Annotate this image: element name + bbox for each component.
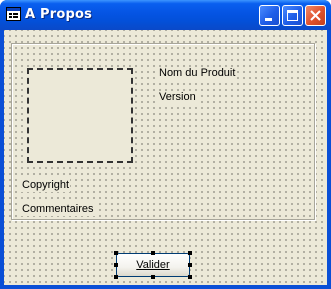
- selection-handle[interactable]: [114, 275, 118, 279]
- window-title: A Propos: [25, 7, 93, 22]
- ok-button[interactable]: Valider: [116, 253, 190, 277]
- selection-handle[interactable]: [114, 251, 118, 255]
- selection-handle[interactable]: [114, 263, 118, 267]
- logo-image-placeholder[interactable]: [27, 68, 133, 163]
- close-icon: [310, 10, 321, 21]
- form-app-icon: [6, 7, 21, 21]
- copyright-label: Copyright: [21, 179, 71, 192]
- close-button[interactable]: [305, 5, 326, 26]
- title-bar[interactable]: A Propos: [0, 0, 331, 30]
- selection-handle[interactable]: [188, 251, 192, 255]
- maximize-icon: [287, 10, 298, 21]
- minimize-icon: [265, 18, 272, 21]
- product-name-label: Nom du Produit: [158, 67, 237, 80]
- form-designer-area[interactable]: Nom du Produit Version Copyright Comment…: [4, 30, 327, 285]
- about-window: A Propos Nom du Produit Version Copyrigh…: [0, 0, 331, 289]
- selection-handle[interactable]: [188, 275, 192, 279]
- comments-label: Commentaires: [21, 203, 95, 216]
- version-label: Version: [158, 91, 197, 104]
- info-frame: Nom du Produit Version Copyright Comment…: [11, 43, 315, 220]
- maximize-button[interactable]: [282, 5, 303, 26]
- selection-handle[interactable]: [151, 251, 155, 255]
- selection-handle[interactable]: [151, 275, 155, 279]
- selection-handle[interactable]: [188, 263, 192, 267]
- minimize-button[interactable]: [259, 5, 280, 26]
